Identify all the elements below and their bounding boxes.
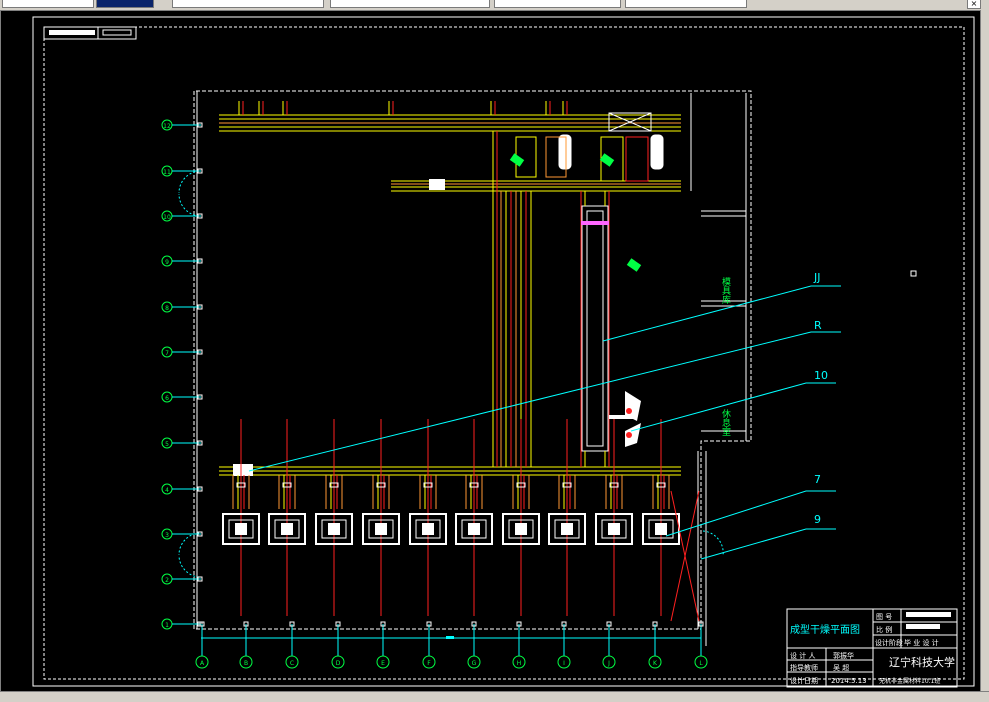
grid-row-label: 5 (165, 441, 169, 448)
value-designer: 郭振华 (833, 651, 854, 660)
grid-col-label: K (653, 660, 658, 667)
value-advisor: 吴 超 (833, 663, 849, 672)
grid-col-label: G (472, 660, 477, 667)
floor-plan-drawing: JJ R 10 7 9 模具库 休息室 12 11 10 9 8 7 6 5 4 3 2 1 A B C D… (32, 16, 975, 688)
grid-col-label: J (607, 660, 610, 667)
grid-row-8: 8 (161, 301, 203, 313)
corner-tab-fill (49, 30, 95, 35)
grid-row-axes: 12 11 10 9 8 7 6 5 4 3 2 1 (161, 119, 203, 630)
grid-row-label: 7 (165, 350, 169, 357)
grid-col-label: H (517, 660, 522, 667)
building-outline (193, 90, 752, 630)
label-drawing-no: 图 号 (876, 613, 892, 621)
grid-row-6: 6 (161, 391, 203, 403)
corner-tab-small (102, 29, 132, 36)
label-advisor: 指导教师 (790, 663, 818, 672)
grid-row-4: 4 (161, 483, 203, 495)
horizontal-scrollbar[interactable] (0, 691, 989, 702)
title-block (786, 608, 958, 688)
toolbar-field-lineweight[interactable] (494, 0, 621, 8)
toolbar-field-selected[interactable] (96, 0, 154, 8)
grid-col-label: A (200, 660, 205, 667)
grid-col-label: C (290, 660, 294, 667)
value-date: 2014.5.13 (831, 677, 867, 685)
drying-units (222, 513, 680, 545)
grid-row-5: 5 (161, 437, 203, 449)
callout-jj: JJ (813, 271, 821, 284)
grid-row-label: 2 (165, 577, 169, 584)
grid-col-label: F (427, 660, 431, 667)
toolbar-field-layer[interactable] (172, 0, 324, 8)
grid-col-label: B (244, 660, 248, 667)
room-label-rest: 休息室 (720, 408, 731, 436)
footer-text: 无机非金属材料10.1班 (879, 677, 940, 685)
grid-row-label: 9 (165, 259, 169, 266)
grid-row-11: 11 (161, 165, 203, 177)
label-designer: 设 计 人 (790, 651, 815, 660)
grid-row-label: 8 (165, 305, 169, 312)
grid-row-label: 11 (163, 169, 171, 176)
grid-row-label: 3 (165, 532, 169, 539)
grid-row-10: 10 (161, 210, 203, 222)
grid-row-label: 4 (165, 487, 169, 494)
green-markers (509, 153, 642, 272)
callout-10: 10 (814, 369, 828, 382)
grid-col-label: E (381, 660, 385, 667)
grid-row-3: 3 (161, 528, 203, 540)
grid-row-label: 1 (165, 622, 169, 629)
grid-row-label: 10 (163, 214, 171, 221)
callout-7: 7 (814, 473, 821, 486)
drawing-canvas[interactable]: JJ R 10 7 9 模具库 休息室 12 11 10 9 8 7 6 5 4 3 2 1 A B C D… (0, 10, 981, 693)
toolbar-field-linetype[interactable] (330, 0, 490, 8)
toolbar-field-plotstyle[interactable] (625, 0, 747, 8)
grid-row-2: 2 (161, 573, 203, 585)
grid-row-label: 12 (163, 123, 171, 130)
grid-col-label: L (699, 660, 703, 667)
drying-column (580, 191, 610, 467)
callout-r: R (814, 319, 822, 332)
grid-row-label: 6 (165, 395, 169, 402)
callout-leaders (248, 285, 841, 560)
label-date: 设计日期 (790, 676, 818, 685)
toolbar-field-1[interactable] (2, 0, 94, 8)
grid-row-1: 1 (161, 618, 203, 630)
drawing-name: 成型干燥平面图 (790, 623, 860, 636)
red-x (670, 490, 700, 622)
grid-col-label: D (336, 660, 341, 667)
school-name: 辽宁科技大学 (889, 655, 955, 669)
label-stage: 设计阶段 (875, 638, 903, 647)
callout-labels: JJ R 10 7 9 (813, 271, 828, 526)
room-label-tool: 模具库 (720, 277, 731, 305)
callout-9: 9 (814, 513, 821, 526)
label-scale: 比 例 (876, 625, 892, 634)
cursor-marker (910, 270, 917, 277)
close-icon[interactable]: × (967, 0, 981, 9)
stage-value: 毕 业 设 计 (904, 638, 939, 647)
grid-col-label: I (563, 660, 565, 667)
grid-row-7: 7 (161, 346, 203, 358)
grid-row-12: 12 (161, 119, 203, 131)
vertical-scrollbar[interactable] (980, 10, 989, 691)
grid-row-9: 9 (161, 255, 203, 267)
